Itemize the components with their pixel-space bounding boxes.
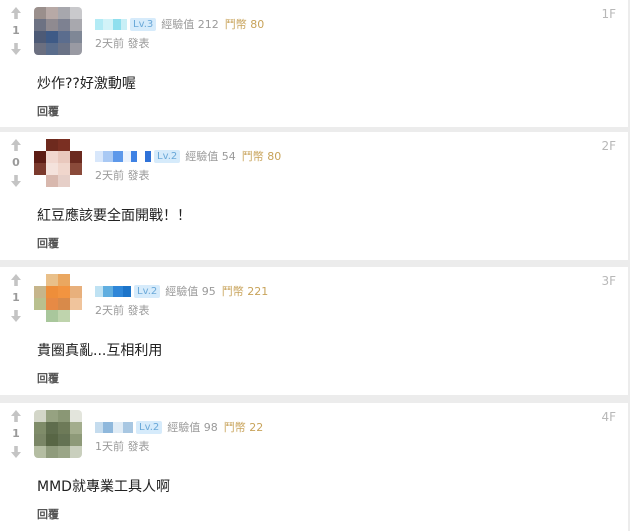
coin-value: 22 — [249, 421, 264, 434]
floor-number[interactable]: 4F — [601, 410, 616, 424]
arrow-down-icon[interactable] — [9, 445, 23, 459]
vote-count: 0 — [12, 156, 20, 169]
post-time: 1天前 發表 — [95, 440, 150, 453]
username-redacted[interactable] — [95, 18, 127, 30]
avatar[interactable] — [34, 7, 82, 55]
user-meta: Lv.2 經驗值 54 鬥幣 80 — [95, 148, 281, 164]
vote-count: 1 — [12, 24, 20, 37]
coin-label: 鬥幣 — [223, 421, 246, 434]
username-redacted[interactable] — [95, 285, 131, 297]
coin-stat: 鬥幣 221 — [222, 283, 269, 299]
coin-stat: 鬥幣 22 — [224, 419, 264, 435]
coin-value: 80 — [267, 150, 282, 163]
arrow-up-icon[interactable] — [9, 6, 23, 20]
username-redacted[interactable] — [95, 150, 151, 162]
reply-button[interactable]: 回覆 — [37, 103, 59, 119]
comment-text: 紅豆應該要全面開戰！！ — [37, 208, 191, 224]
avatar[interactable] — [34, 274, 82, 322]
comment-card: 0 Lv.2 經驗值 54 鬥幣 80 2天前 發表 2F 紅豆應該要全面開戰！… — [0, 132, 628, 260]
floor-number[interactable]: 3F — [601, 274, 616, 288]
avatar[interactable] — [34, 410, 82, 458]
post-time: 2天前 發表 — [95, 37, 150, 50]
reply-button[interactable]: 回覆 — [37, 506, 59, 522]
exp-value: 54 — [221, 150, 236, 163]
coin-label: 鬥幣 — [224, 18, 247, 31]
level-badge: Lv.3 — [130, 17, 157, 31]
exp-value: 98 — [203, 421, 218, 434]
user-meta: Lv.2 經驗值 98 鬥幣 22 — [95, 419, 263, 435]
coin-value: 221 — [247, 285, 269, 298]
level-badge: Lv.2 — [134, 284, 161, 298]
vote-controls: 1 — [9, 273, 23, 323]
floor-number[interactable]: 2F — [601, 139, 616, 153]
arrow-up-icon[interactable] — [9, 273, 23, 287]
post-time: 2天前 發表 — [95, 169, 150, 182]
arrow-up-icon[interactable] — [9, 409, 23, 423]
reply-button[interactable]: 回覆 — [37, 235, 59, 251]
arrow-down-icon[interactable] — [9, 42, 23, 56]
experience-stat: 經驗值 212 — [161, 16, 219, 32]
floor-number[interactable]: 1F — [601, 7, 616, 21]
arrow-down-icon[interactable] — [9, 174, 23, 188]
exp-label: 經驗值 — [161, 18, 195, 31]
coin-value: 80 — [250, 18, 265, 31]
post-time: 2天前 發表 — [95, 304, 150, 317]
exp-label: 經驗值 — [185, 150, 219, 163]
coin-label: 鬥幣 — [221, 285, 244, 298]
exp-label: 經驗值 — [167, 421, 201, 434]
coin-stat: 鬥幣 80 — [242, 148, 282, 164]
vote-controls: 0 — [9, 138, 23, 188]
user-meta: Lv.2 經驗值 95 鬥幣 221 — [95, 283, 268, 299]
comment-card: 1 Lv.2 經驗值 98 鬥幣 22 1天前 發表 4F MMD就專業工具人啊… — [0, 403, 628, 531]
experience-stat: 經驗值 54 — [185, 148, 236, 164]
comment-feed: 1 Lv.3 經驗值 212 鬥幣 80 2天前 發表 1F 炒作??好激動喔 … — [0, 0, 630, 531]
reply-button[interactable]: 回覆 — [37, 370, 59, 386]
arrow-down-icon[interactable] — [9, 309, 23, 323]
level-badge: Lv.2 — [136, 420, 163, 434]
vote-count: 1 — [12, 291, 20, 304]
exp-value: 95 — [201, 285, 216, 298]
arrow-up-icon[interactable] — [9, 138, 23, 152]
vote-count: 1 — [12, 427, 20, 440]
comment-text: 炒作??好激動喔 — [37, 76, 136, 92]
level-badge: Lv.2 — [154, 149, 181, 163]
exp-value: 212 — [197, 18, 219, 31]
user-meta: Lv.3 經驗值 212 鬥幣 80 — [95, 16, 264, 32]
comment-card: 1 Lv.2 經驗值 95 鬥幣 221 2天前 發表 3F 貴圈真亂...互相… — [0, 267, 628, 395]
avatar[interactable] — [34, 139, 82, 187]
comment-text: MMD就專業工具人啊 — [37, 479, 170, 495]
coin-label: 鬥幣 — [241, 150, 264, 163]
vote-controls: 1 — [9, 409, 23, 459]
coin-stat: 鬥幣 80 — [225, 16, 265, 32]
experience-stat: 經驗值 98 — [167, 419, 218, 435]
experience-stat: 經驗值 95 — [165, 283, 216, 299]
comment-text: 貴圈真亂...互相利用 — [37, 343, 163, 359]
exp-label: 經驗值 — [165, 285, 199, 298]
comment-card: 1 Lv.3 經驗值 212 鬥幣 80 2天前 發表 1F 炒作??好激動喔 … — [0, 0, 628, 127]
vote-controls: 1 — [9, 6, 23, 56]
username-redacted[interactable] — [95, 421, 133, 433]
